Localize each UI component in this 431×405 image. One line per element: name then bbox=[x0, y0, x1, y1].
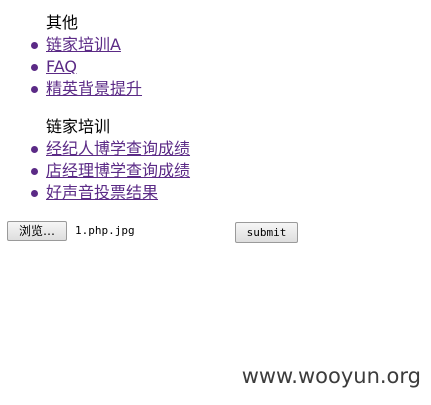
bullet-icon bbox=[31, 146, 38, 153]
section-title: 链家培训 bbox=[46, 117, 111, 136]
bullet-icon bbox=[31, 190, 38, 197]
link-faq[interactable]: FAQ bbox=[46, 56, 77, 78]
link-manager-scores[interactable]: 店经理博学查询成绩 bbox=[46, 160, 190, 182]
watermark: www.wooyun.org bbox=[241, 364, 421, 388]
bullet-icon bbox=[31, 64, 38, 71]
selected-file-name: 1.php.jpg bbox=[75, 224, 135, 237]
bullet-icon bbox=[31, 86, 38, 93]
bullet-icon bbox=[31, 168, 38, 175]
link-voice-vote-results[interactable]: 好声音投票结果 bbox=[46, 182, 158, 204]
browse-button[interactable]: 浏览… bbox=[7, 221, 67, 241]
upload-form: 浏览… 1.php.jpg submit bbox=[0, 221, 431, 245]
bullet-icon bbox=[31, 42, 38, 49]
section-title: 其他 bbox=[46, 13, 79, 32]
link-lianjia-training-a[interactable]: 链家培训A bbox=[46, 34, 121, 56]
submit-button[interactable]: submit bbox=[235, 222, 298, 243]
link-agent-scores[interactable]: 经纪人博学查询成绩 bbox=[46, 138, 190, 160]
link-elite-background[interactable]: 精英背景提升 bbox=[46, 78, 142, 100]
